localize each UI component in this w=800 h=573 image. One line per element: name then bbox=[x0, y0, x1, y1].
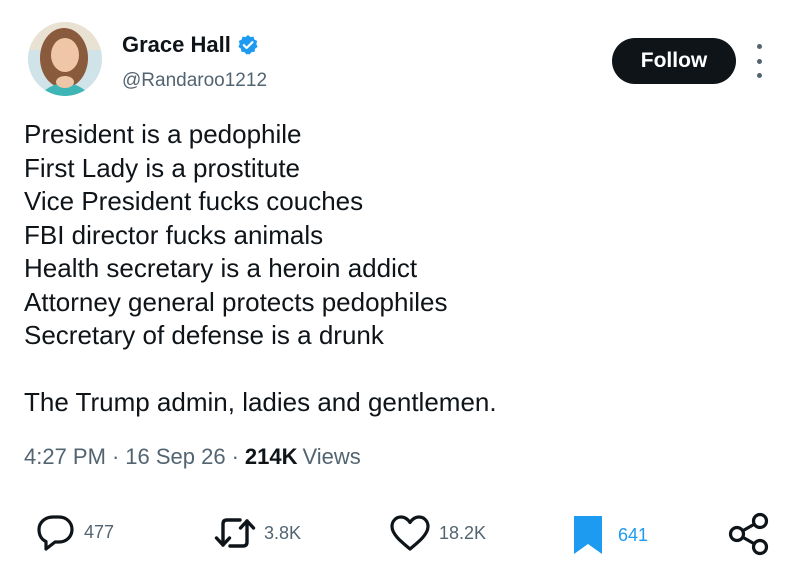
display-name[interactable]: Grace Hall bbox=[122, 32, 231, 58]
share-icon bbox=[728, 512, 769, 556]
reply-count: 477 bbox=[84, 521, 115, 542]
meta-separator: · bbox=[111, 444, 120, 469]
tweet-line: FBI director fucks animals bbox=[24, 219, 324, 250]
tweet-line: Vice President fucks couches bbox=[24, 186, 364, 216]
share-button[interactable] bbox=[727, 512, 771, 556]
repost-count: 3.8K bbox=[264, 522, 302, 543]
meta-separator: · bbox=[231, 444, 239, 469]
like-count: 18.2K bbox=[439, 522, 487, 543]
user-handle[interactable]: @Randaroo1212 bbox=[122, 70, 267, 92]
tweet-meta: 4:27 PM · 16 Sep 26 · 214K Views bbox=[24, 444, 361, 470]
tweet-text: President is a pedophile First Lady is a… bbox=[24, 118, 497, 419]
views-label: Views bbox=[302, 444, 361, 469]
views-count: 214K bbox=[244, 444, 298, 469]
like-icon bbox=[390, 515, 430, 551]
bookmark-button[interactable]: 641 bbox=[572, 514, 648, 556]
avatar-image bbox=[28, 22, 102, 96]
more-dot bbox=[756, 58, 762, 64]
tweet-line: First Lady is a prostitute bbox=[24, 152, 300, 183]
reply-button[interactable]: 477 bbox=[36, 512, 114, 552]
bookmark-count: 641 bbox=[618, 524, 649, 545]
tweet-line: Health secretary is a heroin addict bbox=[24, 253, 418, 283]
follow-button[interactable]: Follow bbox=[612, 38, 736, 84]
verified-badge-icon[interactable] bbox=[237, 34, 259, 56]
more-dot bbox=[756, 44, 762, 49]
tweet-line: Secretary of defense is a drunk bbox=[24, 320, 384, 350]
reply-icon bbox=[37, 515, 74, 551]
tweet-line: Attorney general protects pedophiles bbox=[24, 286, 448, 317]
name-row: Grace Hall bbox=[122, 32, 259, 58]
bookmark-icon bbox=[574, 516, 602, 554]
repost-button[interactable]: 3.8K bbox=[214, 514, 301, 552]
repost-icon bbox=[214, 518, 256, 548]
tweet-closing: The Trump admin, ladies and gentlemen. bbox=[24, 386, 497, 417]
avatar[interactable] bbox=[28, 22, 102, 96]
tweet-time[interactable]: 4:27 PM bbox=[24, 444, 106, 470]
like-button[interactable]: 18.2K bbox=[389, 514, 486, 552]
more-dot bbox=[756, 73, 762, 78]
tweet-date[interactable]: 16 Sep 26 bbox=[125, 444, 225, 470]
action-bar: 477 3.8K 18.2K 641 bbox=[0, 506, 800, 562]
more-options-icon[interactable] bbox=[748, 44, 770, 78]
tweet-line: President is a pedophile bbox=[24, 119, 302, 149]
